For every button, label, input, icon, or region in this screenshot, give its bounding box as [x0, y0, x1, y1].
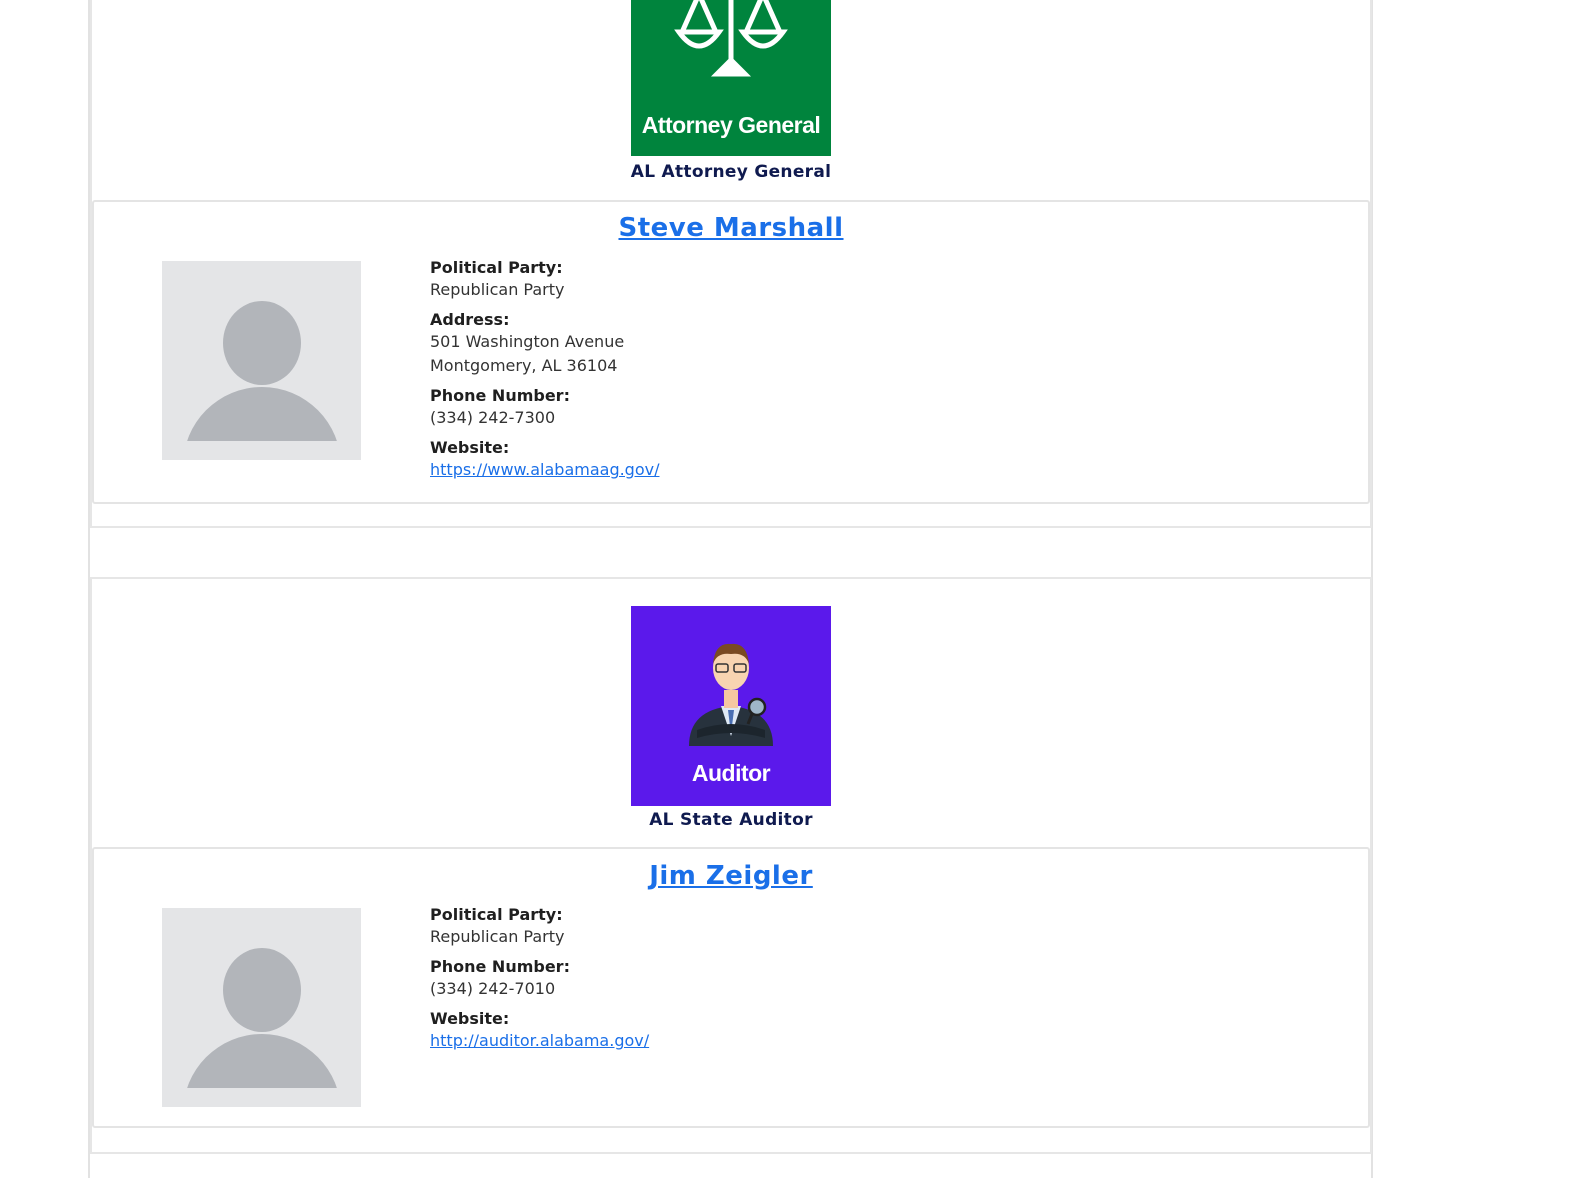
address-line-1: 501 Washington Avenue — [430, 332, 625, 351]
phone-value: (334) 242-7300 — [430, 408, 556, 427]
official-name-link[interactable]: Jim Zeigler — [540, 861, 922, 891]
website-label: Website: — [430, 1009, 510, 1028]
political-party-value: Republican Party — [430, 280, 565, 299]
website-label: Website: — [430, 438, 510, 457]
avatar-placeholder — [162, 261, 361, 460]
official-info: Political Party: Republican Party Phone … — [430, 905, 649, 1053]
political-party-label: Political Party: — [430, 905, 563, 924]
phone-value: (334) 242-7010 — [430, 979, 556, 998]
address-line-2: Montgomery, AL 36104 — [430, 356, 618, 375]
phone-label: Phone Number: — [430, 386, 570, 405]
attorney-general-image-label: Attorney General — [642, 112, 821, 138]
office-title: AL State Auditor — [649, 810, 813, 830]
political-party-label: Political Party: — [430, 258, 563, 277]
official-name-link[interactable]: Steve Marshall — [540, 213, 922, 243]
office-title: AL Attorney General — [630, 162, 832, 182]
website-link[interactable]: https://www.alabamaag.gov/ — [430, 458, 659, 482]
address-label: Address: — [430, 310, 510, 329]
attorney-general-image: Attorney General — [631, 0, 831, 156]
official-info: Political Party: Republican Party Addres… — [430, 258, 659, 482]
phone-label: Phone Number: — [430, 957, 570, 976]
avatar-placeholder — [162, 908, 361, 1107]
state-auditor-image: Auditor — [631, 606, 831, 806]
avatar-head-icon — [223, 301, 301, 385]
political-party-value: Republican Party — [430, 927, 565, 946]
website-link[interactable]: http://auditor.alabama.gov/ — [430, 1029, 649, 1053]
avatar-head-icon — [223, 948, 301, 1032]
state-auditor-image-label: Auditor — [692, 760, 771, 786]
